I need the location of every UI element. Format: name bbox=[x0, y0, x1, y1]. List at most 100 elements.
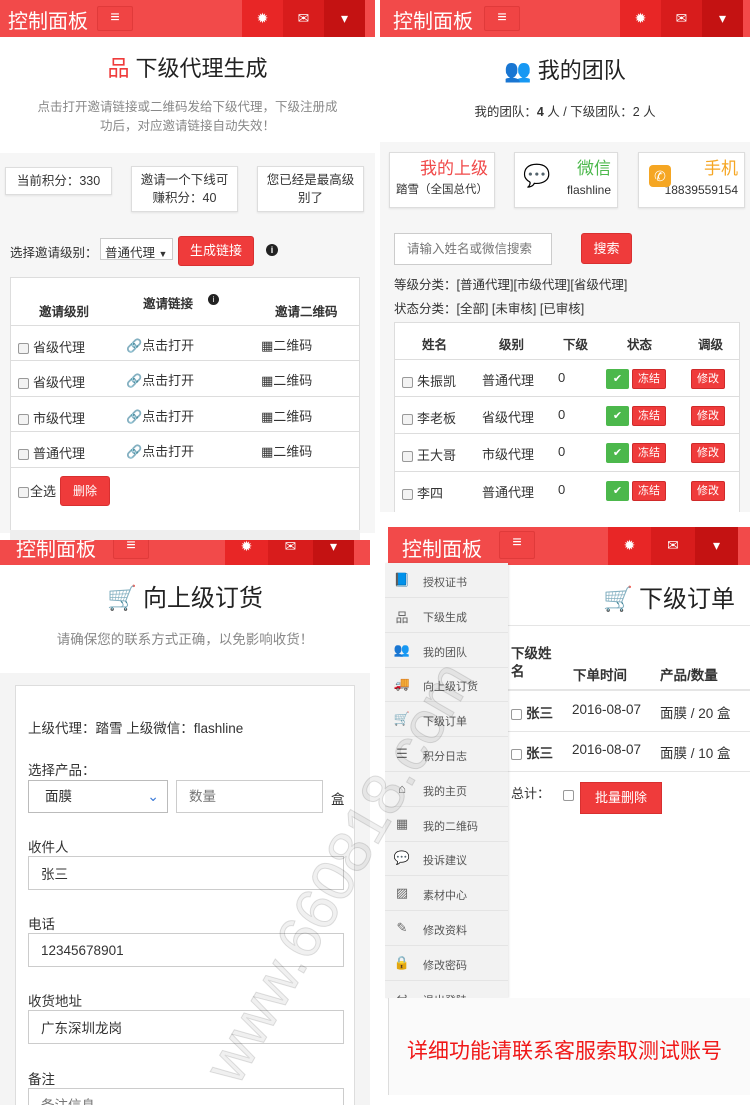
row-checkbox[interactable] bbox=[18, 414, 29, 426]
phone-input[interactable] bbox=[28, 933, 344, 967]
info-icon[interactable]: i bbox=[208, 294, 219, 305]
freeze-button[interactable]: 冻结 bbox=[632, 443, 666, 463]
qr-code-link[interactable]: ▦二维码 bbox=[261, 370, 312, 389]
select-all-checkbox[interactable] bbox=[18, 487, 29, 499]
row-checkbox[interactable] bbox=[18, 343, 29, 355]
menu-toggle-button[interactable]: ≡ bbox=[484, 6, 520, 31]
table-row: 市级代理 🔗点击打开 ▦二维码 bbox=[11, 396, 359, 431]
level-filter[interactable]: 等级分类：[普通代理][市级代理][省级代理] bbox=[394, 274, 627, 293]
open-link[interactable]: 🔗点击打开 bbox=[126, 441, 194, 460]
freeze-button[interactable]: 冻结 bbox=[632, 406, 666, 426]
menu-toggle-button[interactable]: ≡ bbox=[113, 540, 149, 559]
sidebar-item[interactable]: 🛒 下级订单 bbox=[385, 702, 508, 738]
mail-icon[interactable]: ✉ bbox=[268, 540, 313, 565]
gear-icon[interactable]: ✹ bbox=[225, 540, 268, 565]
approve-check-button[interactable]: ✔ bbox=[606, 481, 629, 501]
table-row: 李四 普通代理 0 ✔ 冻结 修改 bbox=[395, 471, 739, 508]
horizontal-scrollbar[interactable] bbox=[10, 530, 360, 540]
row-checkbox[interactable] bbox=[402, 377, 413, 389]
open-link[interactable]: 🔗点击打开 bbox=[126, 335, 194, 354]
superior-info: 上级代理：踏雪 上级微信：flashline bbox=[28, 721, 244, 736]
edit-level-button[interactable]: 修改 bbox=[691, 481, 725, 501]
member-level: 省级代理 bbox=[482, 410, 535, 425]
mail-icon[interactable]: ✉ bbox=[661, 0, 702, 37]
sidebar-item[interactable]: ▦ 我的二维码 bbox=[385, 807, 508, 842]
caret-down-icon[interactable]: ▾ bbox=[324, 0, 365, 37]
recipient-input[interactable] bbox=[28, 856, 344, 890]
caret-down-icon[interactable]: ▾ bbox=[695, 527, 738, 565]
qr-code-link[interactable]: ▦二维码 bbox=[261, 335, 312, 354]
sidebar-item[interactable]: 👥 我的团队 bbox=[385, 633, 508, 668]
caret-down-icon[interactable]: ▾ bbox=[313, 540, 354, 565]
menu-toggle-button[interactable]: ≡ bbox=[97, 6, 133, 31]
sidebar-item[interactable]: ☰ 积分日志 bbox=[385, 737, 508, 772]
table-row: 王大哥 市级代理 0 ✔ 冻结 修改 bbox=[395, 433, 739, 471]
sidebar-item[interactable]: ↩退出登陆 bbox=[385, 981, 508, 998]
team-count: 4 bbox=[536, 105, 544, 119]
sidebar-item[interactable]: 🔒 修改密码 bbox=[385, 946, 508, 981]
page-title-text: 向上级订货 bbox=[142, 585, 263, 612]
approve-check-button[interactable]: ✔ bbox=[606, 406, 629, 426]
row-checkbox[interactable] bbox=[402, 414, 413, 426]
generate-link-button[interactable]: 生成链接 bbox=[178, 236, 254, 266]
team-table: 姓名 级别 下级 状态 调级 朱振凯 普通代理 0 ✔ 冻结 修改 李老板 省级代理 0 ✔ 冻结… bbox=[394, 322, 740, 512]
sidebar-item[interactable]: 品 下级生成 bbox=[385, 598, 508, 633]
search-input[interactable] bbox=[394, 233, 552, 265]
approve-check-button[interactable]: ✔ bbox=[606, 443, 629, 463]
qr-code-link[interactable]: ▦二维码 bbox=[261, 441, 312, 460]
sidebar-item[interactable]: 📘 授权证书 bbox=[385, 563, 508, 598]
open-link[interactable]: 🔗点击打开 bbox=[126, 406, 194, 425]
col-header-line: 下级姓 bbox=[511, 646, 552, 661]
sidebar-item[interactable]: ▨ 素材中心 bbox=[385, 876, 508, 912]
sidebar-item-label: 授权证书 bbox=[423, 577, 467, 589]
freeze-button[interactable]: 冻结 bbox=[632, 369, 666, 389]
edit-level-button[interactable]: 修改 bbox=[691, 369, 725, 389]
wechat-card: 💬 微信 flashline bbox=[514, 152, 618, 208]
mail-icon[interactable]: ✉ bbox=[651, 527, 695, 565]
sidebar-item-label: 投诉建议 bbox=[423, 855, 467, 868]
sidebar-item[interactable]: ⌂ 我的主页 bbox=[385, 772, 508, 807]
sidebar-item-label: 素材中心 bbox=[423, 890, 467, 903]
edit-level-button[interactable]: 修改 bbox=[691, 443, 725, 463]
freeze-button[interactable]: 冻结 bbox=[632, 481, 666, 501]
row-checkbox[interactable] bbox=[402, 451, 413, 463]
open-link[interactable]: 🔗点击打开 bbox=[126, 370, 194, 389]
row-checkbox[interactable] bbox=[511, 708, 522, 720]
gear-icon[interactable]: ✹ bbox=[620, 0, 661, 37]
chevron-down-icon: ⌄ bbox=[147, 788, 159, 804]
sidebar-menu: 📘 授权证书品 下级生成 👥 我的团队 🚚 向上级订货 🛒 下级订单 ☰ 积分日志 ⌂ 我的主页 ▦ 我的二… bbox=[385, 563, 508, 998]
delete-button[interactable]: 删除 bbox=[60, 476, 110, 506]
row-checkbox[interactable] bbox=[511, 748, 522, 760]
qr-code-link[interactable]: ▦二维码 bbox=[261, 406, 312, 425]
row-checkbox[interactable] bbox=[18, 378, 29, 390]
edit-level-button[interactable]: 修改 bbox=[691, 406, 725, 426]
level-select[interactable]: 普通代理 ▼ bbox=[100, 238, 173, 260]
note-input[interactable] bbox=[28, 1088, 344, 1105]
panel-agent-generate: 控制面板 ≡ ✹ ✉ ▾ 品下级代理生成 点击打开邀请链接或二维码发给下级代理，… bbox=[0, 0, 375, 540]
menu-toggle-button[interactable]: ≡ bbox=[499, 531, 535, 559]
gear-icon[interactable]: ✹ bbox=[242, 0, 283, 37]
product-select[interactable]: 面膜 ⌄ bbox=[28, 780, 168, 813]
address-input[interactable] bbox=[28, 1010, 344, 1044]
panel-order-from-superior: 控制面板 ≡ ✹ ✉ ▾ 🛒 向上级订货 请确保您的联系方式正确，以免影响收货！ … bbox=[0, 540, 370, 1105]
sidebar-item[interactable]: 🚚 向上级订货 bbox=[385, 667, 508, 703]
gear-icon[interactable]: ✹ bbox=[608, 527, 651, 565]
status-filter[interactable]: 状态分类：[全部] [未审核] [已审核] bbox=[394, 298, 584, 317]
approve-check-button[interactable]: ✔ bbox=[606, 369, 629, 389]
row-checkbox[interactable] bbox=[402, 489, 413, 501]
info-icon[interactable]: i bbox=[266, 244, 278, 256]
select-all[interactable]: 全选 bbox=[18, 481, 56, 500]
sidebar-item-label: 修改资料 bbox=[423, 925, 467, 937]
summary-text: 人 / 下级团队： bbox=[543, 105, 633, 119]
row-checkbox[interactable] bbox=[18, 449, 29, 461]
batch-delete-button[interactable]: 批量删除 bbox=[580, 782, 662, 814]
sidebar-item[interactable]: 💬 投诉建议 bbox=[385, 841, 508, 877]
divider bbox=[508, 731, 750, 732]
quantity-input[interactable] bbox=[176, 780, 323, 813]
sidebar-item[interactable]: ✎ 修改资料 bbox=[385, 911, 508, 946]
mail-icon[interactable]: ✉ bbox=[283, 0, 324, 37]
caret-down-icon[interactable]: ▾ bbox=[702, 0, 743, 37]
search-button[interactable]: 搜索 bbox=[581, 233, 632, 264]
phone-icon: ✆ bbox=[649, 165, 671, 187]
select-all-checkbox[interactable] bbox=[563, 790, 574, 801]
